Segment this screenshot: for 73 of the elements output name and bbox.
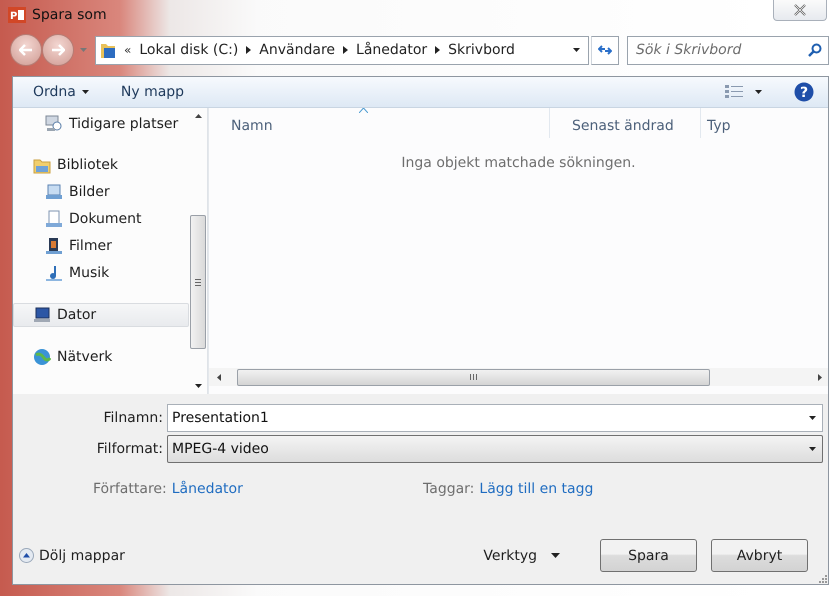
window-title: Spara som	[32, 7, 107, 23]
address-bar[interactable]: « Lokal disk (C:) Användare Lånedator Skrivbord	[95, 36, 589, 64]
view-button[interactable]	[723, 83, 764, 101]
field-label: Taggar:	[423, 481, 474, 497]
forward-button[interactable]	[42, 34, 74, 66]
organize-button[interactable]: Ordna	[31, 82, 91, 102]
network-icon	[33, 348, 51, 366]
breadcrumb[interactable]: Lokal disk (C:)	[139, 42, 238, 58]
search-field[interactable]: Sök i Skrivbord	[627, 36, 829, 64]
pictures-icon	[45, 183, 63, 201]
scroll-thumb[interactable]	[190, 215, 206, 349]
grip-icon	[470, 374, 477, 380]
dropdown-caret-icon[interactable]	[573, 48, 580, 52]
breadcrumb[interactable]: Skrivbord	[448, 42, 515, 58]
dropdown-caret-icon	[809, 447, 816, 451]
details-view-icon	[725, 85, 743, 99]
folder-icon	[100, 41, 116, 59]
nav-item[interactable]: Bibliotek	[13, 154, 189, 176]
nav-item[interactable]: Nätverk	[13, 346, 189, 368]
author-link[interactable]: Lånedator	[172, 481, 243, 497]
dialog-button[interactable]: Spara	[600, 539, 697, 572]
caret-icon	[551, 553, 560, 558]
scroll-thumb[interactable]	[237, 368, 710, 386]
caret-icon	[82, 90, 89, 94]
dropdown-caret-icon	[809, 416, 816, 420]
breadcrumb-arrow-icon[interactable]	[435, 46, 440, 54]
horizontal-scrollbar[interactable]	[209, 368, 828, 386]
back-button[interactable]	[10, 34, 42, 66]
music-icon	[45, 264, 63, 282]
field-label: Författare:	[93, 481, 167, 497]
new-folder-button[interactable]: Ny mapp	[118, 82, 186, 102]
dialog-button[interactable]: Avbryt	[711, 539, 808, 572]
breadcrumb-arrow-icon[interactable]	[246, 46, 252, 54]
nav-item[interactable]: Tidigare platser	[13, 113, 189, 135]
field-label: Filnamn:	[102, 410, 163, 426]
breadcrumb-overflow[interactable]: «	[124, 43, 132, 57]
nav-item[interactable]: Dokument	[13, 208, 189, 230]
nav-item[interactable]: Filmer	[13, 235, 189, 257]
recent-icon	[45, 115, 63, 133]
breadcrumb[interactable]: Användare	[259, 42, 336, 58]
column-header[interactable]: Namn	[209, 108, 550, 138]
hide-folders-button[interactable]: Dölj mappar	[19, 548, 125, 564]
forward-arrow-icon	[51, 44, 65, 56]
close-button[interactable]	[773, 0, 827, 21]
refresh-arrows-icon	[598, 45, 612, 55]
documents-icon	[45, 210, 63, 228]
search-icon	[808, 42, 822, 56]
tags-link[interactable]: Lägg till en tagg	[479, 481, 594, 497]
filename-field[interactable]: Presentation1	[167, 404, 823, 432]
breadcrumb[interactable]: Lånedator	[356, 42, 428, 58]
tools-button[interactable]: Verktyg	[477, 546, 566, 564]
breadcrumb-arrow-icon[interactable]	[343, 46, 348, 54]
field-label: Filformat:	[96, 441, 163, 457]
empty-message: Inga objekt matchade sökningen.	[400, 154, 637, 173]
nav-item[interactable]: Musik	[13, 262, 189, 284]
format-dropdown[interactable]: MPEG-4 video	[167, 435, 823, 463]
computer-icon	[33, 306, 51, 324]
back-arrow-icon	[19, 44, 33, 56]
column-header[interactable]: Senast ändrad	[550, 108, 701, 138]
collapse-icon	[19, 548, 34, 563]
nav-item[interactable]: Bilder	[13, 181, 189, 203]
nav-item[interactable]: Dator	[13, 303, 189, 327]
scroll-down-icon	[194, 384, 202, 388]
scroll-right-icon	[818, 374, 822, 380]
close-icon	[793, 4, 807, 16]
refresh-button[interactable]	[591, 36, 619, 64]
grip-icon	[195, 278, 201, 286]
scroll-left-icon	[217, 374, 221, 380]
videos-icon	[45, 237, 63, 255]
app-icon: P	[8, 7, 26, 23]
caret-icon	[755, 90, 762, 94]
column-header[interactable]: Typ	[701, 108, 731, 138]
scroll-up-icon	[194, 114, 202, 118]
